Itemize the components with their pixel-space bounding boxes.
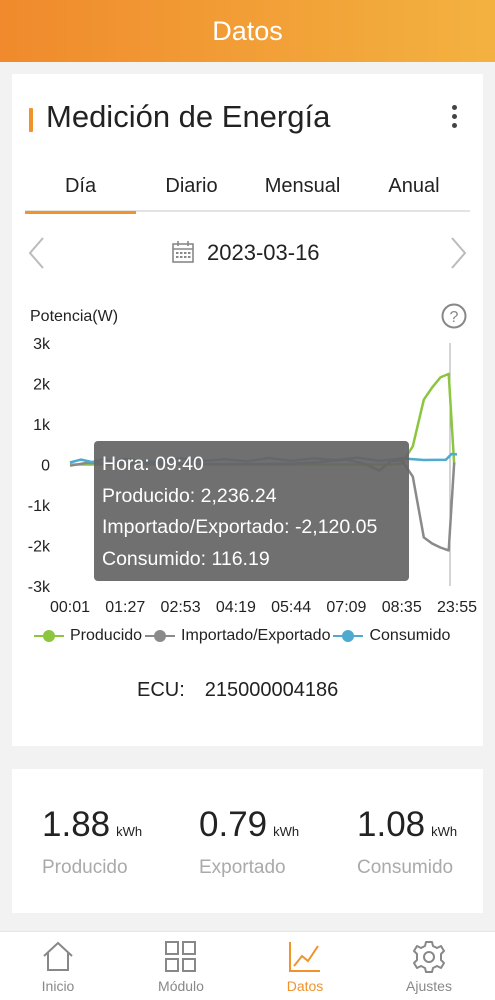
tab-datos[interactable]: Datos: [260, 932, 350, 1000]
stat-unit: kWh: [116, 824, 143, 839]
legend-producido[interactable]: Producido: [34, 627, 142, 645]
tooltip-importado: Importado/Exportado: -2,120.05: [102, 516, 378, 538]
stat-label: Consumido: [357, 857, 454, 878]
y-tick-label: 0: [41, 458, 50, 475]
legend-label: Producido: [70, 627, 143, 644]
stat-value: 0.79: [199, 805, 268, 844]
ecu-info: ECU: 215000004186: [137, 679, 338, 702]
header-title: Datos: [212, 15, 283, 46]
tooltip-producido: Producido: 2,236.24: [102, 484, 277, 507]
stat-label: Exportado: [199, 857, 286, 878]
y-tick-label: 3k: [33, 336, 51, 353]
x-tick-label: 07:09: [326, 599, 366, 616]
legend-label: Importado/Exportado: [181, 627, 331, 644]
chart-tooltip: Hora: 09:40 Producido: 2,236.24 Importad…: [94, 441, 409, 581]
x-tick-label: 04:19: [216, 599, 256, 616]
legend-marker-icon: [333, 630, 364, 642]
y-tick-label: -2k: [28, 539, 51, 556]
stat-unit: kWh: [273, 824, 300, 839]
line-chart-icon: [289, 942, 320, 972]
tab-label: Datos: [286, 978, 324, 994]
chart-legend: Producido Importado/Exportado Consumido: [34, 626, 453, 646]
tooltip-hora: Hora: 09:40: [102, 453, 204, 475]
tooltip-consumido: Consumido: 116.19: [102, 547, 270, 570]
stat-value: 1.88: [42, 805, 111, 844]
stat-unit: kWh: [431, 824, 458, 839]
grid-icon: [165, 941, 196, 972]
tab-modulo[interactable]: Módulo: [136, 932, 226, 1000]
stat-label: Producido: [42, 857, 128, 878]
ecu-label: ECU:: [137, 679, 185, 701]
power-line-chart[interactable]: Potencia(W) ? 3k 2k 1k 0 -1k -2k -3k 00:01 01:27 02…: [12, 74, 483, 674]
tab-inicio[interactable]: Inicio: [13, 932, 103, 1000]
legend-importado[interactable]: Importado/Exportado: [145, 627, 330, 645]
x-tick-label: 01:27: [105, 599, 145, 616]
summary-card: 1.88 kWh Producido 0.79 kWh Exportado 1.08…: [12, 769, 483, 913]
x-tick-label: 08:35: [382, 599, 422, 616]
tab-label: Módulo: [158, 978, 204, 994]
tab-label: Ajustes: [406, 978, 452, 994]
question-circle-icon[interactable]: ?: [441, 303, 467, 329]
y-tick-label: -1k: [28, 498, 51, 515]
x-tick-label: 23:55: [437, 599, 477, 616]
tab-ajustes[interactable]: Ajustes: [384, 932, 474, 1000]
y-tick-label: 2k: [33, 377, 51, 394]
energy-card: Medición de Energía Día Diario Mensual A…: [12, 74, 483, 746]
stat-consumido: 1.08 kWh Consumido: [357, 805, 457, 879]
legend-marker-icon: [145, 630, 176, 642]
svg-text:?: ?: [450, 309, 459, 326]
y-axis-label: Potencia(W): [30, 308, 118, 325]
x-tick-label: 02:53: [161, 599, 201, 616]
stat-producido: 1.88 kWh Producido: [42, 805, 142, 879]
x-tick-label: 05:44: [271, 599, 311, 616]
x-tick-label: 00:01: [50, 599, 90, 616]
app-header: Datos: [0, 0, 495, 62]
bottom-tab-bar: Inicio Módulo Datos Ajustes: [0, 931, 495, 1000]
y-tick-label: -3k: [28, 579, 51, 596]
legend-consumido[interactable]: Consumido: [333, 627, 450, 645]
ecu-value: 215000004186: [204, 679, 339, 701]
y-tick-label: 1k: [33, 417, 51, 434]
legend-label: Consumido: [369, 627, 451, 644]
home-icon: [43, 941, 73, 971]
stat-value: 1.08: [357, 805, 426, 844]
gear-icon: [413, 941, 445, 973]
stat-exportado: 0.79 kWh Exportado: [199, 805, 299, 879]
legend-marker-icon: [34, 630, 64, 642]
tab-label: Inicio: [41, 978, 75, 994]
